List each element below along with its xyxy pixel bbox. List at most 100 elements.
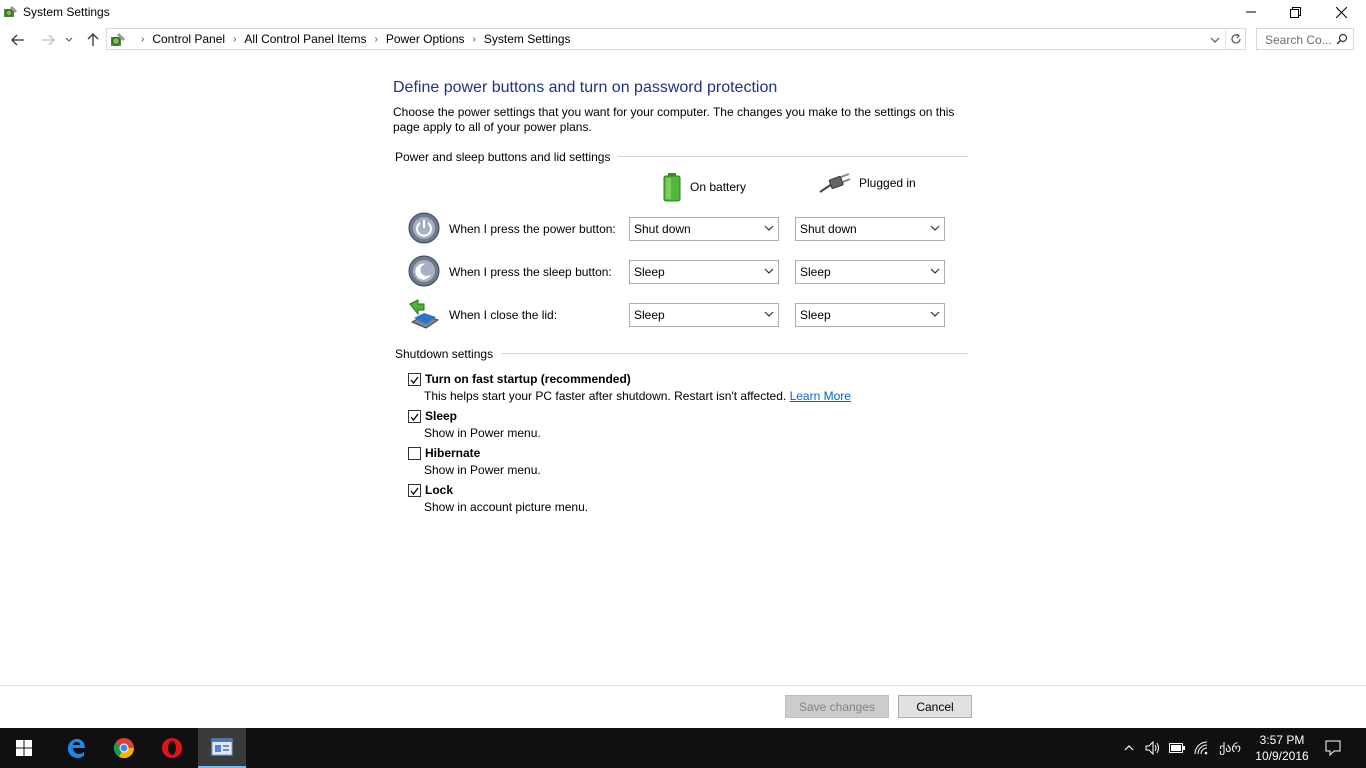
start-button[interactable]	[0, 728, 48, 768]
taskbar-opera[interactable]	[148, 728, 196, 768]
selected-value: Shut down	[800, 222, 857, 236]
selected-value: Shut down	[634, 222, 691, 236]
input-language-indicator[interactable]: ქარ	[1216, 728, 1244, 768]
chevron-down-icon	[930, 311, 940, 317]
clock-date: 10/9/2016	[1255, 749, 1309, 763]
volume-button[interactable]	[1143, 728, 1163, 768]
lock-checkbox[interactable]	[408, 484, 421, 497]
network-button[interactable]	[1192, 728, 1212, 768]
fast-startup-label[interactable]: Turn on fast startup (recommended)	[425, 372, 631, 386]
opera-browser-icon	[162, 738, 182, 758]
power-plug-icon	[819, 173, 851, 193]
address-bar[interactable]: › Control Panel › All Control Panel Item…	[106, 28, 1246, 50]
lid-battery-select[interactable]: Sleep	[629, 303, 779, 327]
up-button[interactable]	[83, 30, 103, 50]
breadcrumb-separator-icon[interactable]: ›	[233, 34, 236, 45]
edge-browser-icon	[68, 739, 85, 758]
back-arrow-icon	[11, 34, 24, 46]
page-description: Choose the power settings that you want …	[393, 105, 955, 134]
search-input[interactable]: Search Co...	[1256, 28, 1354, 50]
breadcrumb-all-items[interactable]: All Control Panel Items	[244, 32, 366, 46]
breadcrumb-control-panel[interactable]: Control Panel	[152, 32, 225, 46]
chevron-down-icon	[764, 225, 774, 231]
buttons-section-header: Power and sleep buttons and lid settings	[395, 150, 619, 164]
refresh-button[interactable]	[1225, 29, 1245, 49]
chevron-down-icon	[764, 268, 774, 274]
close-button[interactable]	[1318, 0, 1364, 24]
action-center-button[interactable]	[1318, 728, 1348, 768]
footer-divider	[0, 685, 1366, 686]
restore-button[interactable]	[1272, 0, 1318, 24]
taskbar-chrome[interactable]	[100, 728, 148, 768]
breadcrumb-separator-icon[interactable]: ›	[473, 34, 476, 45]
content-pane: Define power buttons and turn on passwor…	[0, 54, 1366, 684]
sleep-checkbox[interactable]	[408, 410, 421, 423]
save-changes-button[interactable]: Save changes	[785, 695, 889, 718]
notification-icon	[1325, 740, 1341, 756]
checkmark-icon	[410, 413, 419, 421]
control-panel-icon	[111, 33, 125, 46]
sleep-button-label: When I press the sleep button:	[449, 265, 612, 279]
control-panel-window-icon	[211, 738, 233, 756]
minimize-button[interactable]	[1228, 0, 1274, 24]
selected-value: Sleep	[800, 265, 831, 279]
breadcrumb-separator-icon: ›	[141, 33, 145, 45]
chevron-down-icon	[764, 311, 774, 317]
sleep-button-plugged-select[interactable]: Sleep	[795, 260, 945, 284]
selected-value: Sleep	[634, 308, 665, 322]
chevron-down-icon	[65, 37, 73, 42]
title-bar: System Settings	[0, 0, 1366, 24]
fast-startup-checkbox[interactable]	[408, 373, 421, 386]
refresh-icon	[1230, 33, 1241, 44]
forward-arrow-icon	[42, 34, 55, 46]
lock-option-description: Show in account picture menu.	[424, 500, 589, 514]
clock-time: 3:57 PM	[1259, 733, 1305, 747]
breadcrumb-power-options[interactable]: Power Options	[386, 32, 465, 46]
fast-startup-description: This helps start your PC faster after sh…	[424, 389, 851, 403]
chrome-browser-icon	[113, 738, 135, 759]
taskbar-control-panel[interactable]	[198, 728, 246, 768]
power-button-icon	[408, 212, 440, 244]
breadcrumb-system-settings[interactable]: System Settings	[484, 32, 571, 46]
fast-startup-desc-text: This helps start your PC faster after sh…	[424, 389, 787, 403]
chevron-up-icon	[1124, 745, 1134, 751]
learn-more-link[interactable]: Learn More	[790, 389, 851, 403]
chevron-down-icon	[930, 225, 940, 231]
control-panel-icon	[4, 6, 17, 17]
windows-logo-icon	[16, 740, 32, 756]
cancel-button[interactable]: Cancel	[898, 695, 972, 718]
taskbar: ქარ 3:57 PM 10/9/2016	[0, 728, 1366, 768]
search-placeholder: Search Co...	[1265, 33, 1332, 47]
power-button-plugged-select[interactable]: Shut down	[795, 217, 945, 241]
breadcrumb: › Control Panel › All Control Panel Item…	[133, 32, 571, 46]
chevron-down-icon	[930, 268, 940, 274]
forward-button[interactable]	[38, 30, 58, 50]
hibernate-option-description: Show in Power menu.	[424, 463, 541, 477]
on-battery-label: On battery	[690, 180, 747, 194]
shutdown-section-header: Shutdown settings	[395, 347, 502, 361]
sleep-option-label[interactable]: Sleep	[425, 409, 457, 423]
show-hidden-icons-button[interactable]	[1120, 728, 1138, 768]
address-history-button[interactable]	[1207, 32, 1223, 48]
taskbar-edge[interactable]	[52, 728, 100, 768]
clock[interactable]: 3:57 PM 10/9/2016	[1244, 732, 1320, 764]
hibernate-option-label[interactable]: Hibernate	[425, 446, 480, 460]
laptop-lid-icon	[409, 299, 440, 329]
sleep-button-battery-select[interactable]: Sleep	[629, 260, 779, 284]
lock-option-label[interactable]: Lock	[425, 483, 453, 497]
plugged-in-header: Plugged in	[818, 172, 916, 194]
restore-icon	[1289, 6, 1301, 18]
power-button-battery-select[interactable]: Shut down	[629, 217, 779, 241]
checkmark-icon	[410, 376, 419, 384]
chevron-down-icon	[1210, 37, 1220, 43]
window-title: System Settings	[23, 5, 110, 19]
battery-icon	[663, 173, 681, 202]
lid-plugged-select[interactable]: Sleep	[795, 303, 945, 327]
recent-locations-button[interactable]	[62, 30, 76, 50]
sleep-button-icon	[408, 255, 440, 287]
breadcrumb-separator-icon[interactable]: ›	[374, 34, 377, 45]
wifi-icon	[1194, 741, 1208, 755]
hibernate-checkbox[interactable]	[408, 447, 421, 460]
battery-button[interactable]	[1167, 728, 1187, 768]
back-button[interactable]	[8, 30, 28, 50]
